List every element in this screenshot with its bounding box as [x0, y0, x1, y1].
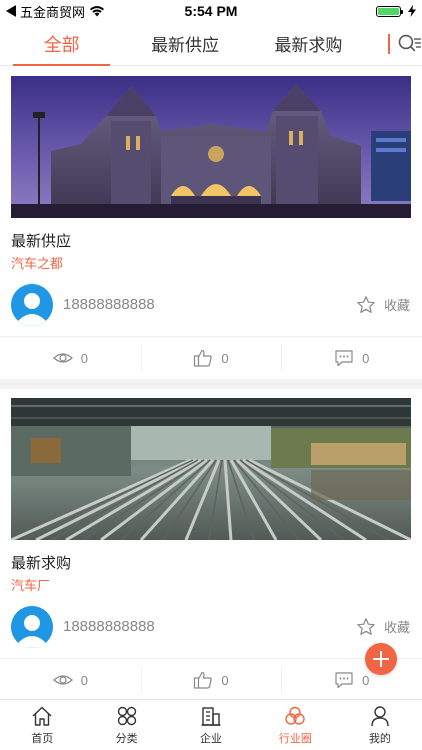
- likes-stat[interactable]: 0: [140, 345, 282, 371]
- post-location: 汽车厂: [11, 578, 51, 593]
- favorite-label: 收藏: [383, 620, 410, 635]
- post-title: 最新供应: [11, 233, 72, 250]
- nav-label: 企业: [200, 732, 223, 745]
- likes-stat[interactable]: 0: [140, 667, 282, 693]
- likes-count: 0: [221, 672, 229, 688]
- star-icon: [357, 295, 375, 313]
- battery-icon: [376, 5, 403, 17]
- post-card[interactable]: 最新求购 汽车厂 18888888888 收藏 0 0 0: [0, 389, 422, 699]
- post-author-row: 18888888888 收藏: [0, 273, 422, 337]
- post-title: 最新求购: [11, 555, 72, 572]
- status-bar: 五金商贸网 5:54 PM: [0, 0, 422, 22]
- nav-item-enterprise[interactable]: 企业: [169, 700, 253, 750]
- likes-count: 0: [221, 350, 229, 366]
- comments-count: 0: [362, 672, 370, 688]
- avatar[interactable]: [11, 283, 53, 326]
- wifi-icon: [90, 6, 105, 17]
- tab-latest-supply[interactable]: 最新供应: [123, 22, 246, 66]
- nav-label: 行业圈: [278, 732, 312, 745]
- back-to-app-icon[interactable]: [6, 5, 16, 17]
- plus-icon: [373, 651, 389, 667]
- circles-icon: [285, 706, 306, 725]
- post-card[interactable]: 最新供应 汽车之都 18888888888 收藏 0 0 0: [0, 67, 422, 379]
- favorite-label: 收藏: [383, 298, 410, 313]
- comments-count: 0: [362, 350, 370, 366]
- views-count: 0: [80, 672, 88, 688]
- nav-item-category[interactable]: 分类: [84, 700, 168, 750]
- tab-all[interactable]: 全部: [0, 22, 123, 66]
- author-phone: 18888888888: [63, 296, 155, 313]
- status-time: 5:54 PM: [184, 3, 238, 19]
- thumbs-up-icon: [194, 349, 213, 367]
- post-location: 汽车之都: [11, 256, 64, 271]
- post-stats: 0 0 0: [0, 337, 422, 379]
- tab-latest-purchase[interactable]: 最新求购: [247, 22, 370, 66]
- favorite-button[interactable]: 收藏: [356, 617, 410, 637]
- comments-stat[interactable]: 0: [281, 667, 422, 693]
- user-icon: [371, 705, 389, 726]
- eye-icon: [52, 353, 73, 363]
- avatar[interactable]: [11, 605, 53, 648]
- post-image-steel-mill[interactable]: [11, 389, 411, 540]
- eye-icon: [52, 675, 73, 685]
- nav-label: 我的: [368, 732, 391, 745]
- post-image-cathedral[interactable]: [11, 67, 411, 218]
- author-phone: 18888888888: [63, 618, 155, 635]
- comment-icon: [335, 672, 353, 689]
- nav-item-profile[interactable]: 我的: [338, 700, 422, 750]
- category-icon: [117, 706, 136, 725]
- views-count: 0: [80, 350, 88, 366]
- post-stats: 0 0 0: [0, 659, 422, 699]
- tab-divider: [388, 33, 391, 54]
- default-avatar-icon: [11, 605, 53, 648]
- default-avatar-icon: [11, 283, 53, 326]
- post-author-row: 18888888888 收藏: [0, 595, 422, 659]
- views-stat[interactable]: 0: [0, 670, 141, 690]
- home-icon: [32, 706, 52, 726]
- nav-label: 首页: [31, 732, 54, 745]
- thumbs-up-icon: [194, 671, 213, 689]
- nav-item-industry-circle[interactable]: 行业圈: [253, 700, 337, 750]
- bottom-nav: 首页 分类 企业 行业圈 我的: [0, 699, 422, 750]
- nav-label: 分类: [115, 732, 138, 745]
- carrier-label: 五金商贸网: [20, 4, 86, 20]
- post-feed[interactable]: 最新供应 汽车之都 18888888888 收藏 0 0 0 最新求购 汽车厂 …: [0, 67, 422, 699]
- comments-stat[interactable]: 0: [281, 345, 422, 371]
- search-filter-icon[interactable]: [396, 31, 422, 57]
- building-icon: [201, 706, 221, 726]
- status-right: [376, 5, 416, 17]
- star-icon: [357, 617, 375, 635]
- status-left: 五金商贸网: [6, 2, 105, 21]
- category-tabs: 全部 最新供应 最新求购: [0, 22, 422, 66]
- comment-icon: [335, 350, 353, 367]
- charging-icon: [408, 5, 416, 17]
- favorite-button[interactable]: 收藏: [356, 295, 410, 315]
- add-post-button[interactable]: [365, 643, 397, 675]
- nav-item-home[interactable]: 首页: [0, 700, 84, 750]
- views-stat[interactable]: 0: [0, 348, 141, 368]
